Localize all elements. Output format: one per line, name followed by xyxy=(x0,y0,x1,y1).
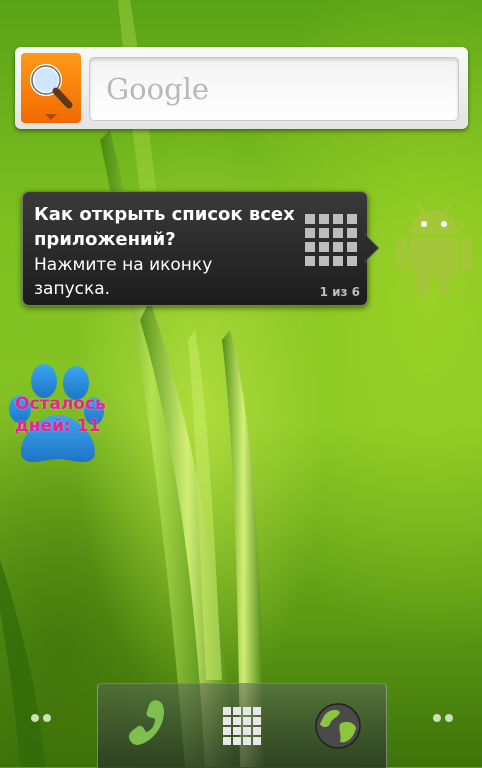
search-placeholder: Google xyxy=(106,72,210,106)
tooltip-body: Нажмите на иконку запуска. xyxy=(34,255,213,299)
android-robot-icon[interactable] xyxy=(393,202,475,296)
days-left-label: Осталось дней: 11 xyxy=(15,394,106,436)
left-page-indicator[interactable] xyxy=(30,712,54,724)
right-page-indicator[interactable] xyxy=(432,712,456,724)
tooltip-arrow xyxy=(365,234,380,262)
dock xyxy=(97,683,387,768)
app-launcher-icon xyxy=(223,707,261,745)
magnifier-icon xyxy=(30,64,73,120)
app-launcher-icon xyxy=(305,214,357,266)
phone-button[interactable] xyxy=(118,698,174,754)
globe-icon xyxy=(315,703,361,749)
search-input[interactable]: Google xyxy=(89,57,459,121)
phone-icon xyxy=(128,700,165,745)
search-engine-button[interactable] xyxy=(21,53,81,123)
hint-tooltip[interactable]: Как открыть список всех приложений? Нажм… xyxy=(22,191,368,306)
app-drawer-button[interactable] xyxy=(214,698,270,754)
google-search-widget: Google xyxy=(15,47,468,129)
tooltip-title: Как открыть список всех приложений? xyxy=(34,204,295,250)
tooltip-counter: 1 из 6 xyxy=(319,285,360,299)
browser-button[interactable] xyxy=(310,698,366,754)
